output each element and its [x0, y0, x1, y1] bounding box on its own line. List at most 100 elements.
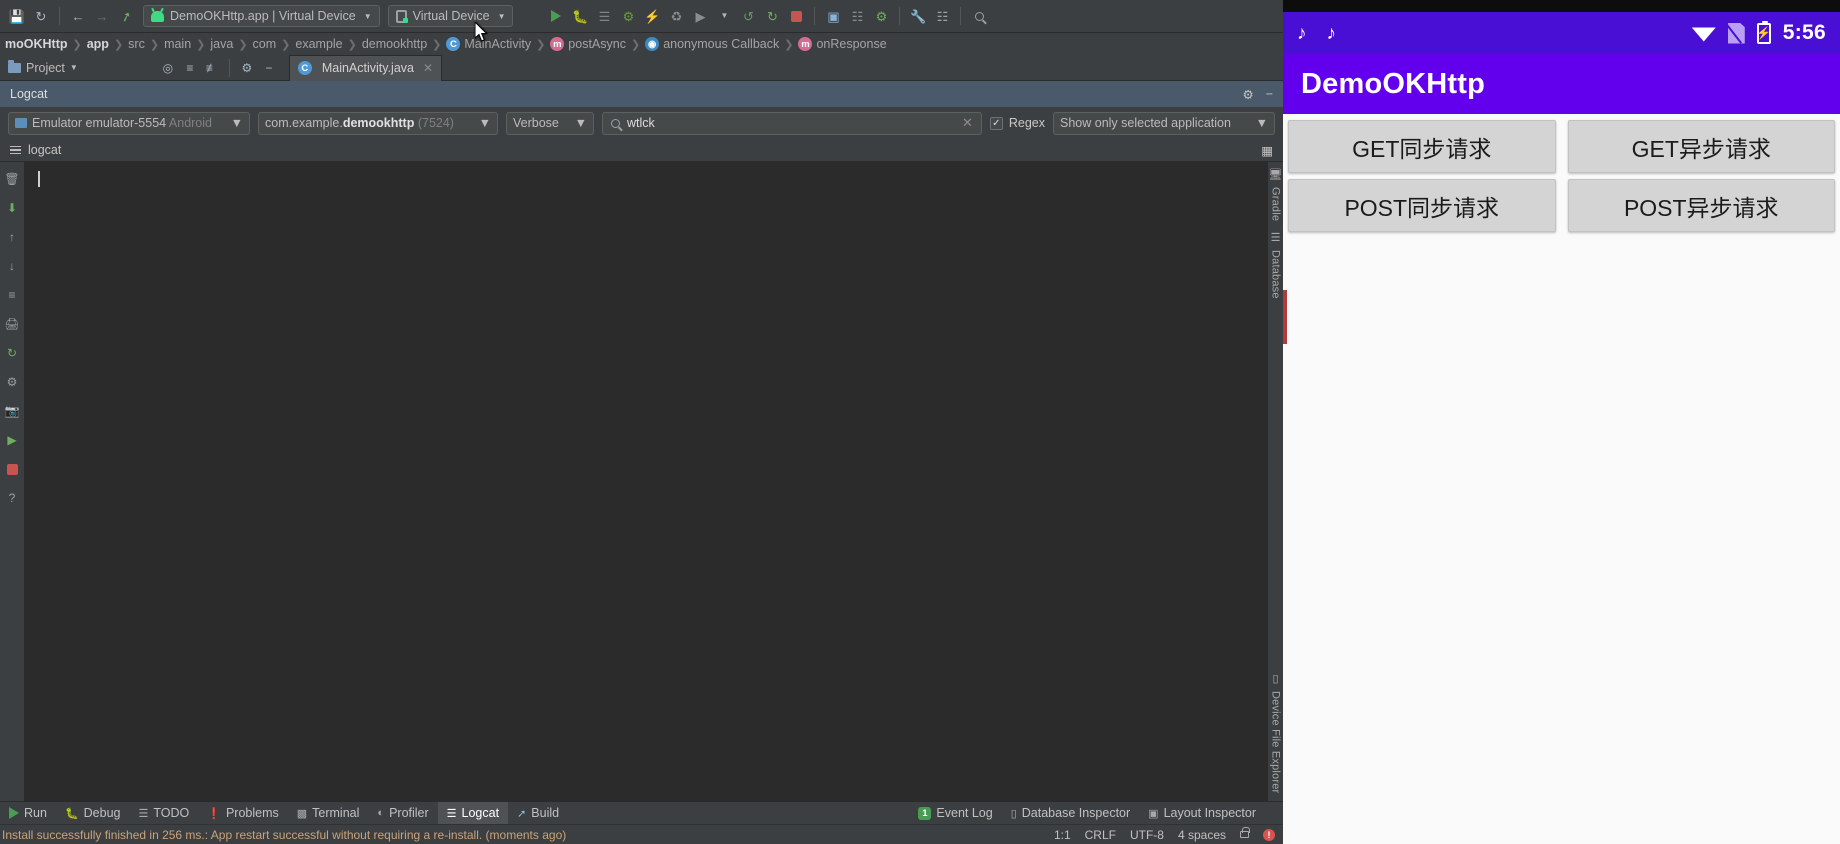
gear-icon[interactable]: ⚙ [237, 58, 257, 78]
attach-debugger-icon[interactable]: ▶ [689, 5, 711, 27]
rerun-icon[interactable]: ↻ [761, 5, 783, 27]
screenshot-icon[interactable]: 📷 [3, 402, 21, 420]
gradle-elephant-icon[interactable]: 🖥 [1269, 168, 1283, 181]
breadcrumb-item-com[interactable]: com [248, 37, 282, 51]
gear-icon[interactable]: ⚙ [1242, 87, 1253, 102]
log-level-dropdown[interactable]: Verbose ▼ [506, 111, 594, 135]
battery-charging-icon: ⚡ [1756, 20, 1771, 44]
post-sync-button[interactable]: POST同步请求 [1288, 179, 1556, 232]
tool-button-layout-inspector[interactable]: ▣ Layout Inspector [1139, 802, 1265, 825]
wifi-icon [1691, 27, 1716, 42]
close-icon[interactable]: ✕ [423, 61, 433, 75]
get-sync-button[interactable]: GET同步请求 [1288, 120, 1556, 173]
sdk-manager-icon[interactable]: ☷ [846, 5, 868, 27]
indent-setting[interactable]: 4 spaces [1178, 828, 1226, 842]
clear-logcat-icon[interactable]: 🗑 [3, 170, 21, 188]
forward-arrow-icon[interactable]: → [91, 5, 113, 27]
run-configuration-selector[interactable]: DemoOKHttp.app | Virtual Device ▼ [143, 5, 380, 27]
editor-tab-mainactivity[interactable]: C MainActivity.java ✕ [288, 54, 443, 81]
device-file-icon[interactable]: ▯ [1272, 672, 1278, 685]
lock-icon[interactable] [1240, 827, 1250, 838]
tool-button-profiler[interactable]: ◐ Profiler [368, 802, 437, 825]
device-manager-icon[interactable]: ⚙ [870, 5, 892, 27]
clear-search-icon[interactable]: ✕ [962, 115, 973, 131]
tool-button-run[interactable]: Run [0, 802, 56, 825]
breadcrumb-item-anonymous-callback[interactable]: ◉ anonymous Callback [640, 37, 784, 51]
tool-tab-gradle[interactable]: Gradle [1270, 187, 1282, 221]
logcat-subtab[interactable]: logcat [10, 143, 61, 157]
project-tool-window-button[interactable]: Project ▼ [0, 55, 86, 81]
run-icon[interactable] [545, 5, 567, 27]
coverage-icon[interactable]: ☰ [593, 5, 615, 27]
logcat-search-input[interactable]: wtlck ✕ [602, 111, 982, 135]
breadcrumb-item-main[interactable]: main [159, 37, 196, 51]
device-dropdown[interactable]: Emulator emulator-5554 Android ▼ [8, 111, 250, 135]
tool-label: Run [24, 806, 47, 820]
soft-wrap-icon[interactable]: ▦ [1261, 143, 1273, 158]
tool-button-logcat[interactable]: ☰ Logcat [437, 801, 509, 825]
profile-icon[interactable]: ⚙ [617, 5, 639, 27]
tool-button-todo[interactable]: ☰ TODO [129, 802, 198, 825]
file-encoding[interactable]: UTF-8 [1130, 828, 1164, 842]
screen-record-icon[interactable]: ▶ [3, 431, 21, 449]
down-arrow-icon[interactable]: ↓ [3, 257, 21, 275]
breadcrumb-item-src[interactable]: src [123, 37, 150, 51]
breadcrumb-item-onresponse[interactable]: m onResponse [793, 37, 891, 51]
breadcrumb-label: postAsync [568, 37, 626, 51]
sync-icon[interactable]: ↻ [30, 5, 52, 27]
tool-button-debug[interactable]: 🐛 Debug [56, 802, 130, 825]
apply-code-changes-icon[interactable]: ♻ [665, 5, 687, 27]
breadcrumb-separator: ❯ [72, 38, 82, 51]
collapse-all-icon[interactable]: ≢ [202, 58, 222, 78]
apply-changes-icon[interactable]: ⚡ [641, 5, 663, 27]
hide-icon[interactable]: − [259, 58, 279, 78]
regex-checkbox[interactable]: ✓ Regex [989, 116, 1045, 130]
terminate-icon[interactable] [3, 460, 21, 478]
minimize-icon[interactable]: − [1266, 87, 1273, 101]
tool-button-event-log[interactable]: 1 Event Log [909, 802, 1001, 825]
debug-icon[interactable]: 🐛 [569, 5, 591, 27]
device-selector[interactable]: Virtual Device ▼ [387, 5, 514, 27]
logcat-console[interactable] [25, 162, 1267, 801]
build-hammer-icon[interactable]: ➚ [112, 2, 140, 30]
todo-icon: ☰ [138, 807, 149, 820]
breadcrumb-item-java[interactable]: java [205, 37, 238, 51]
search-icon[interactable] [968, 5, 990, 27]
get-async-button[interactable]: GET异步请求 [1567, 120, 1835, 173]
breadcrumb-item-example[interactable]: example [290, 37, 347, 51]
error-icon[interactable]: ! [1263, 828, 1275, 841]
post-async-button[interactable]: POST异步请求 [1567, 179, 1835, 232]
help-icon[interactable]: ? [3, 489, 21, 507]
database-icon[interactable]: ☰ [1271, 231, 1281, 244]
expand-all-icon[interactable]: ≡ [180, 58, 200, 78]
up-arrow-icon[interactable]: ↑ [3, 228, 21, 246]
breadcrumb-item-project[interactable]: moOKHttp [0, 37, 73, 51]
caret-position[interactable]: 1:1 [1054, 828, 1071, 842]
scope-dropdown[interactable]: Show only selected application ▼ [1053, 111, 1275, 135]
soft-wrap-icon[interactable]: ≡ [3, 286, 21, 304]
avd-manager-icon[interactable]: ▣ [822, 5, 844, 27]
tool-tab-device-file-explorer[interactable]: Device File Explorer [1270, 691, 1282, 793]
target-icon[interactable]: ◎ [158, 58, 178, 78]
restart-logcat-icon[interactable]: ↻ [3, 344, 21, 362]
breadcrumb-item-demookhttp[interactable]: demookhttp [357, 37, 432, 51]
breadcrumb-item-postasync[interactable]: m postAsync [545, 37, 631, 51]
process-dropdown[interactable]: com.example.demookhttp (7524) ▼ [258, 111, 498, 135]
save-icon[interactable]: 💾 [6, 5, 28, 27]
project-structure-icon[interactable]: ☷ [931, 5, 953, 27]
restart-icon[interactable]: ↺ [737, 5, 759, 27]
breadcrumb-item-app[interactable]: app [82, 37, 114, 51]
scroll-to-end-icon[interactable]: ⬇ [3, 199, 21, 217]
back-arrow-icon[interactable]: ← [67, 5, 89, 27]
settings-wrench-icon[interactable]: 🔧 [907, 5, 929, 27]
line-separator[interactable]: CRLF [1085, 828, 1116, 842]
print-icon[interactable]: 🖨 [3, 315, 21, 333]
gear-icon[interactable]: ⚙ [3, 373, 21, 391]
tool-button-database-inspector[interactable]: ▯ Database Inspector [1002, 802, 1139, 825]
dropdown-icon[interactable]: ▼ [713, 5, 735, 27]
tool-tab-database[interactable]: Database [1270, 250, 1282, 299]
tool-button-build[interactable]: ➚ Build [508, 802, 568, 825]
tool-button-terminal[interactable]: ▩ Terminal [288, 802, 369, 825]
tool-button-problems[interactable]: ❗ Problems [198, 802, 288, 825]
stop-icon[interactable] [785, 5, 807, 27]
